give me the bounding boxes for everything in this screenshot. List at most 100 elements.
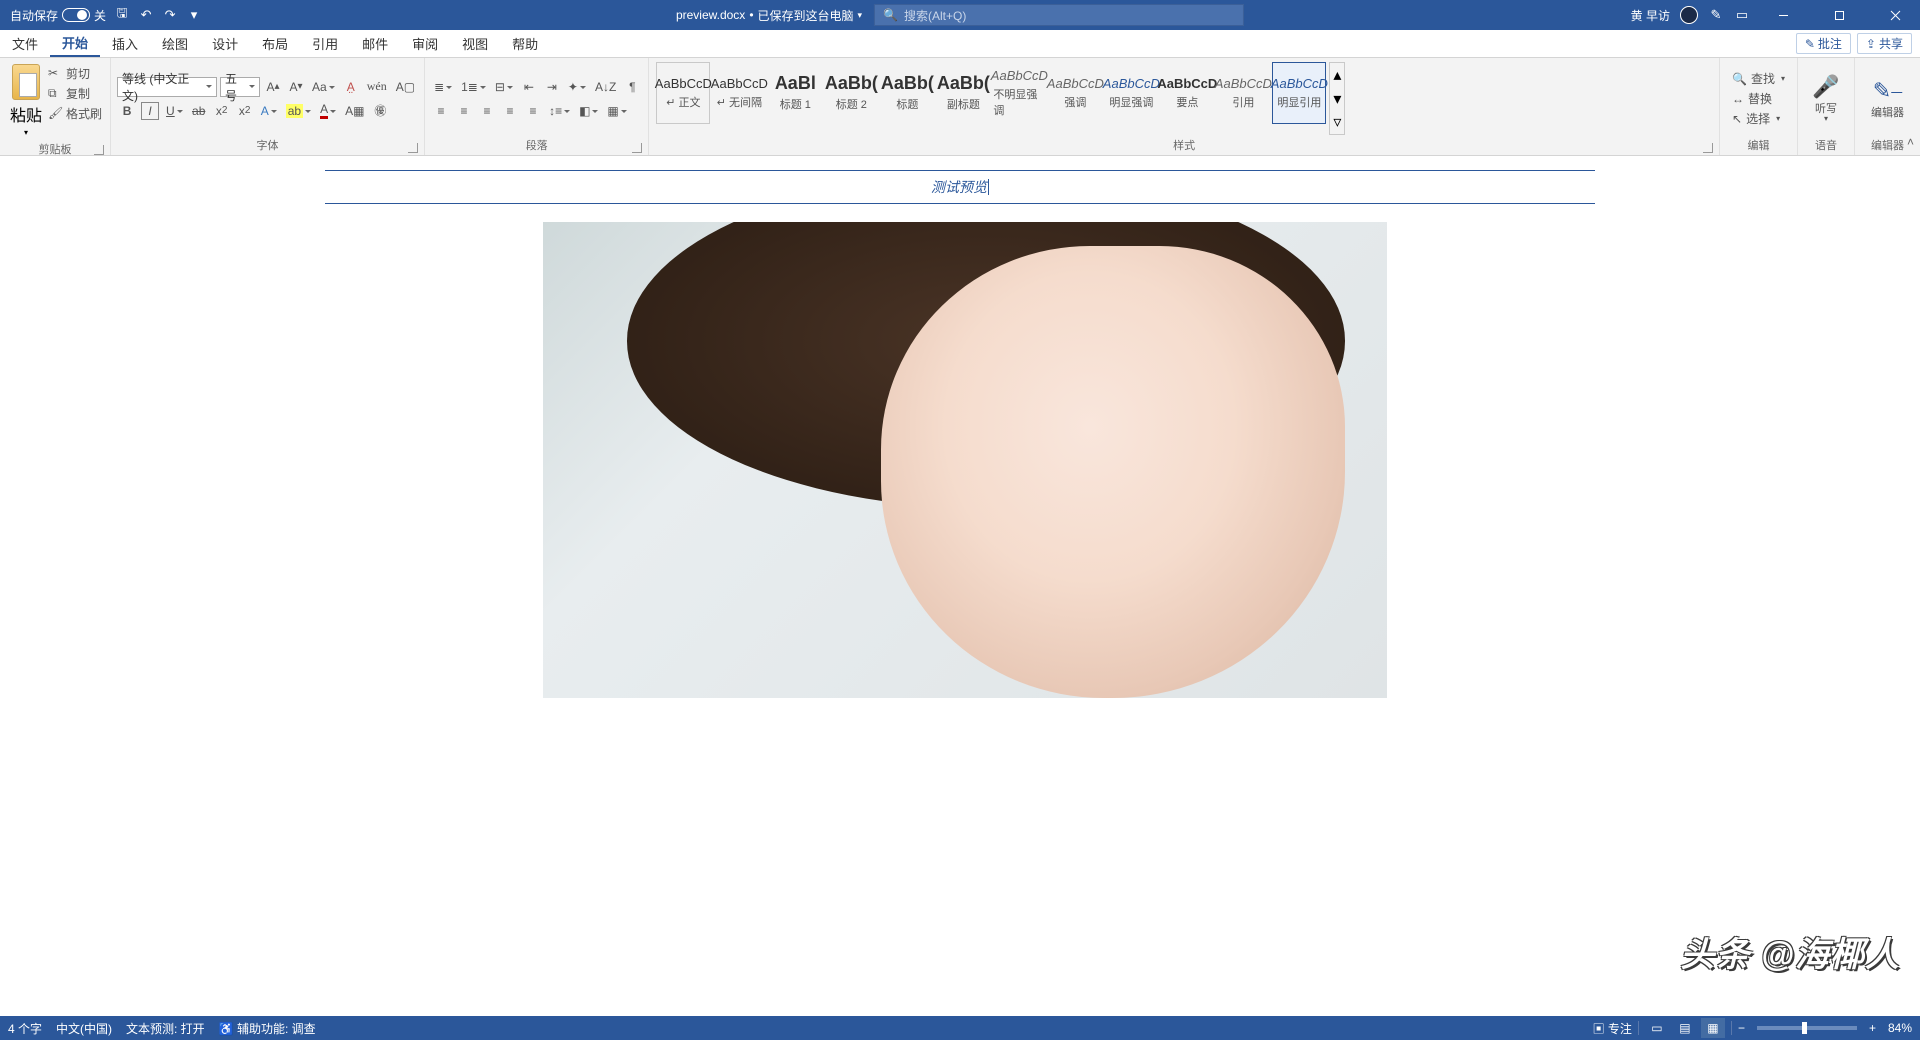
- tab-help[interactable]: 帮助: [500, 30, 550, 57]
- chevron-down-icon[interactable]: ▾: [1330, 87, 1344, 111]
- chevron-up-icon[interactable]: ▴: [1330, 63, 1344, 87]
- asian-layout-button[interactable]: ✦: [566, 78, 588, 96]
- minimize-button[interactable]: [1760, 0, 1806, 30]
- copy-button[interactable]: ⧉复制: [46, 84, 104, 102]
- multilevel-list-button[interactable]: ⊟: [493, 78, 515, 96]
- zoom-level[interactable]: 84%: [1888, 1021, 1912, 1035]
- text-effects-button[interactable]: A: [259, 102, 279, 120]
- underline-button[interactable]: U: [164, 102, 185, 120]
- select-button[interactable]: ↖选择▾: [1732, 110, 1785, 128]
- coming-soon-icon[interactable]: ✎: [1708, 7, 1724, 23]
- bold-button[interactable]: B: [118, 102, 136, 120]
- styles-expand-icon[interactable]: ▿: [1330, 110, 1344, 134]
- style-tile-无间隔[interactable]: AaBbCcD↵ 无间隔: [712, 62, 766, 124]
- cut-button[interactable]: ✂剪切: [46, 64, 104, 82]
- tab-layout[interactable]: 布局: [250, 30, 300, 57]
- style-tile-标题 1[interactable]: AaBl标题 1: [768, 62, 822, 124]
- shrink-font-button[interactable]: A▾: [287, 78, 305, 96]
- redo-icon[interactable]: ↷: [162, 7, 178, 23]
- dictate-button[interactable]: 🎤 听写▾: [1804, 60, 1848, 137]
- numbering-button[interactable]: 1≣: [459, 78, 488, 96]
- save-icon[interactable]: 🖫: [114, 7, 130, 23]
- autosave-toggle[interactable]: 自动保存 关: [10, 7, 106, 24]
- style-tile-标题[interactable]: AaBb(标题: [880, 62, 934, 124]
- tab-review[interactable]: 审阅: [400, 30, 450, 57]
- distribute-button[interactable]: ≡: [524, 102, 542, 120]
- enclose-characters-button[interactable]: ㊝: [371, 102, 389, 120]
- replace-button[interactable]: ↔替换: [1732, 90, 1785, 108]
- avatar[interactable]: [1680, 6, 1698, 24]
- maximize-button[interactable]: [1816, 0, 1862, 30]
- style-tile-要点[interactable]: AaBbCcD要点: [1160, 62, 1214, 124]
- font-name-combo[interactable]: 等线 (中文正文): [117, 77, 217, 97]
- align-left-button[interactable]: ≡: [432, 102, 450, 120]
- show-marks-button[interactable]: ¶: [623, 78, 641, 96]
- tab-view[interactable]: 视图: [450, 30, 500, 57]
- style-tile-不明显强调[interactable]: AaBbCcD不明显强调: [992, 62, 1046, 124]
- align-center-button[interactable]: ≡: [455, 102, 473, 120]
- style-tile-正文[interactable]: AaBbCcD↵ 正文: [656, 62, 710, 124]
- italic-button[interactable]: I: [141, 102, 159, 120]
- highlight-button[interactable]: ab: [284, 102, 313, 120]
- document-canvas[interactable]: 测试预览 头条 @海椰人: [0, 156, 1920, 1016]
- subscript-button[interactable]: x2: [213, 102, 231, 120]
- text-prediction-status[interactable]: 文本预测: 打开: [126, 1020, 205, 1037]
- shading-button[interactable]: ◧: [577, 102, 600, 120]
- tab-home[interactable]: 开始: [50, 30, 100, 57]
- tab-draw[interactable]: 绘图: [150, 30, 200, 57]
- tab-references[interactable]: 引用: [300, 30, 350, 57]
- character-shading-button[interactable]: A▦: [343, 102, 366, 120]
- close-button[interactable]: [1872, 0, 1918, 30]
- dialog-launcher-icon[interactable]: [632, 143, 642, 153]
- sort-button[interactable]: A↓Z: [593, 78, 618, 96]
- search-input[interactable]: 🔍 搜索(Alt+Q): [874, 4, 1244, 26]
- collapse-ribbon-button[interactable]: ˄: [1907, 135, 1914, 149]
- editor-button[interactable]: ✎⎯ 编辑器: [1861, 60, 1914, 137]
- qat-dropdown-icon[interactable]: ▾: [186, 7, 202, 23]
- tab-design[interactable]: 设计: [200, 30, 250, 57]
- find-button[interactable]: 🔍查找▾: [1732, 70, 1785, 88]
- style-tile-标题 2[interactable]: AaBb(标题 2: [824, 62, 878, 124]
- phonetic-guide-button[interactable]: A̤: [342, 78, 360, 96]
- font-size-combo[interactable]: 五号: [220, 77, 260, 97]
- style-tile-明显引用[interactable]: AaBbCcD明显引用: [1272, 62, 1326, 124]
- superscript-button[interactable]: x2: [236, 102, 254, 120]
- accessibility-status[interactable]: ♿ 辅助功能: 调查: [219, 1020, 316, 1037]
- zoom-slider[interactable]: [1757, 1026, 1857, 1030]
- embedded-image[interactable]: [543, 222, 1387, 698]
- tab-insert[interactable]: 插入: [100, 30, 150, 57]
- dialog-launcher-icon[interactable]: [94, 145, 104, 155]
- borders-button[interactable]: ▦: [605, 102, 628, 120]
- zoom-out-button[interactable]: −: [1738, 1021, 1745, 1035]
- undo-icon[interactable]: ↶: [138, 7, 154, 23]
- read-mode-button[interactable]: ▭: [1645, 1018, 1669, 1038]
- bullets-button[interactable]: ≣: [432, 78, 454, 96]
- style-tile-副标题[interactable]: AaBb(副标题: [936, 62, 990, 124]
- align-right-button[interactable]: ≡: [478, 102, 496, 120]
- language-status[interactable]: 中文(中国): [56, 1020, 112, 1037]
- zoom-in-button[interactable]: +: [1869, 1021, 1876, 1035]
- font-color-button[interactable]: A: [318, 102, 338, 120]
- styles-scrollbar[interactable]: ▴▾▿: [1329, 62, 1345, 135]
- format-painter-button[interactable]: 🖌格式刷: [46, 104, 104, 122]
- comments-button[interactable]: ✎批注: [1796, 33, 1851, 54]
- character-border-button[interactable]: A▢: [394, 78, 417, 96]
- tab-file[interactable]: 文件: [0, 30, 50, 57]
- paste-button[interactable]: 粘贴 ▾: [6, 60, 46, 141]
- document-title[interactable]: preview.docx • 已保存到这台电脑 ▾: [676, 7, 862, 24]
- justify-button[interactable]: ≡: [501, 102, 519, 120]
- style-tile-强调[interactable]: AaBbCcD强调: [1048, 62, 1102, 124]
- style-tile-引用[interactable]: AaBbCcD引用: [1216, 62, 1270, 124]
- ribbon-display-icon[interactable]: ▭: [1734, 7, 1750, 23]
- print-layout-button[interactable]: ▤: [1673, 1018, 1697, 1038]
- decrease-indent-button[interactable]: ⇤: [520, 78, 538, 96]
- style-tile-明显强调[interactable]: AaBbCcD明显强调: [1104, 62, 1158, 124]
- clear-formatting-button[interactable]: wén: [365, 78, 389, 96]
- word-count[interactable]: 4 个字: [8, 1020, 42, 1037]
- user-name[interactable]: 黄 早访: [1631, 7, 1670, 24]
- focus-mode-button[interactable]: ▣ 专注: [1593, 1020, 1632, 1037]
- share-button[interactable]: ⇪共享: [1857, 33, 1912, 54]
- dialog-launcher-icon[interactable]: [1703, 143, 1713, 153]
- web-layout-button[interactable]: ▦: [1701, 1018, 1725, 1038]
- line-spacing-button[interactable]: ↕≡: [547, 102, 572, 120]
